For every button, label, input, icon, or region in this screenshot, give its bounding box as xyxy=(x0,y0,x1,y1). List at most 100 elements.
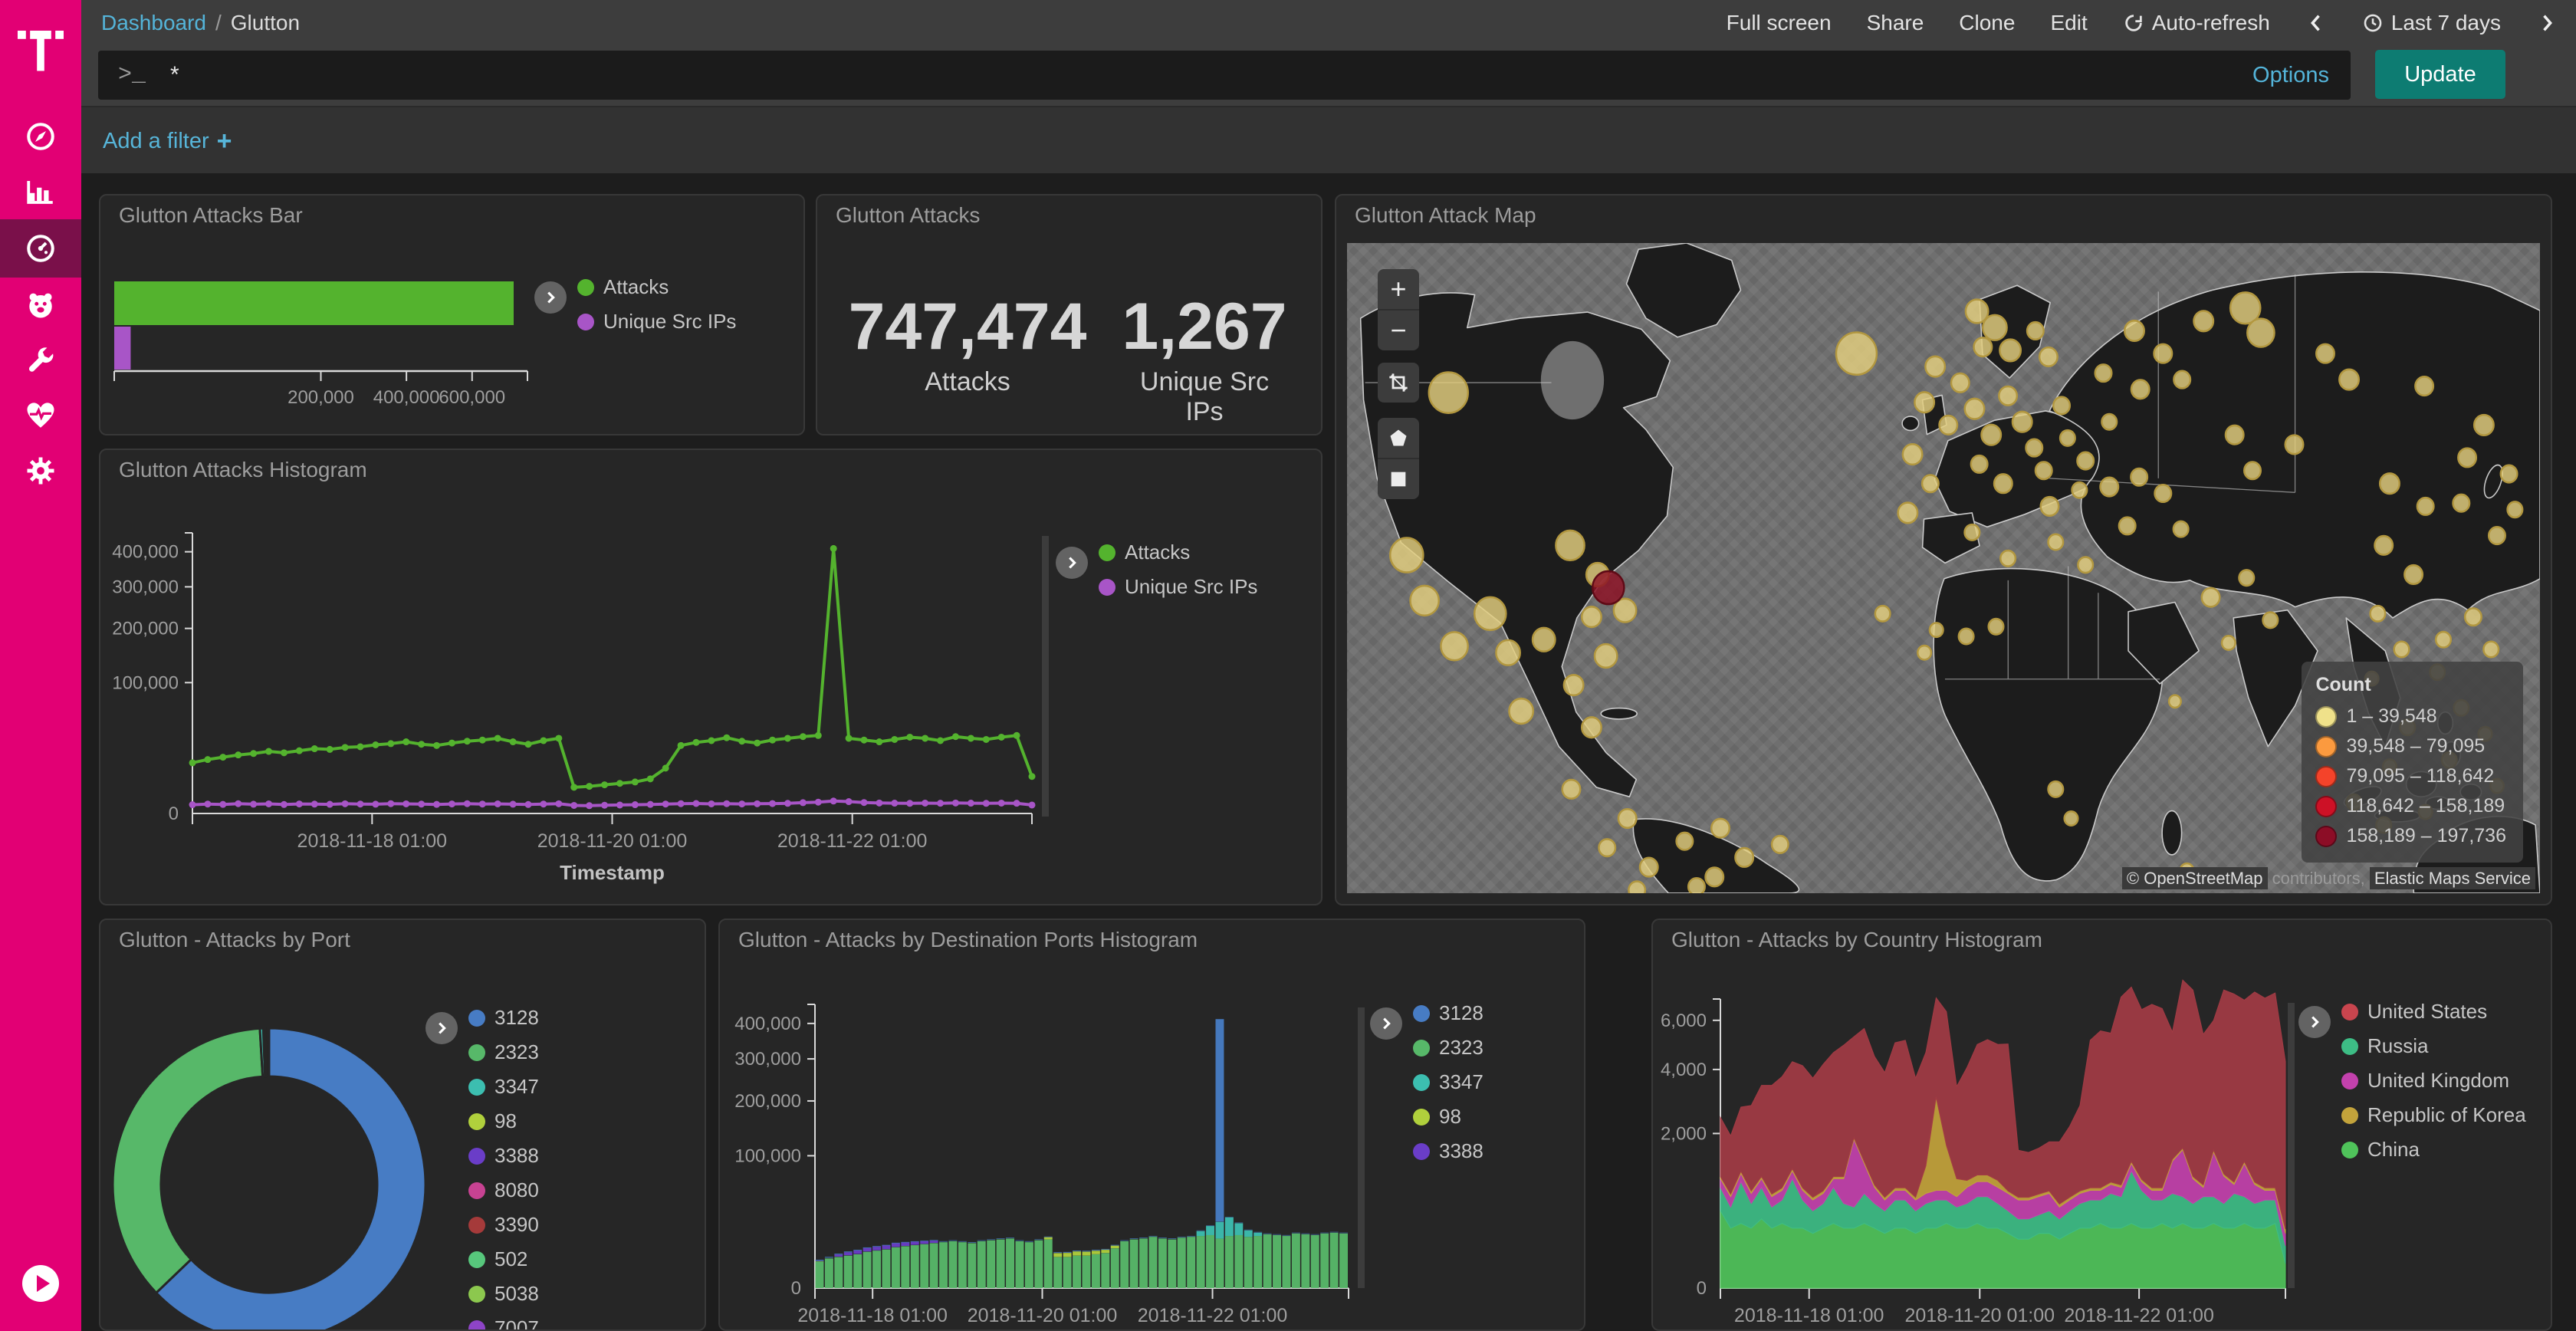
legend-scrollbar[interactable] xyxy=(1042,536,1049,817)
svg-text:300,000: 300,000 xyxy=(734,1049,801,1070)
map-fit-control xyxy=(1378,363,1419,403)
legend-item[interactable]: 3347 xyxy=(468,1075,539,1099)
map-zoom-in-button[interactable]: + xyxy=(1378,269,1419,309)
breadcrumb: Dashboard / Glutton xyxy=(101,11,300,35)
legend-color-dot xyxy=(2341,1038,2358,1055)
legend-item[interactable]: 5038 xyxy=(468,1282,539,1306)
sidebar-item-monitoring[interactable] xyxy=(0,388,81,443)
attacks-histogram-legend: Attacks Unique Src IPs xyxy=(1099,541,1257,610)
time-back-button[interactable] xyxy=(2305,12,2327,34)
panel-attacks-by-country: Glutton - Attacks by Country Histogram 2… xyxy=(1651,919,2552,1331)
legend-expand-button[interactable] xyxy=(2298,1006,2331,1038)
map-fit-bounds-button[interactable] xyxy=(1378,363,1419,403)
legend-expand-button[interactable] xyxy=(1370,1007,1402,1040)
legend-item[interactable]: United Kingdom xyxy=(2341,1069,2526,1093)
search-query-input[interactable] xyxy=(169,61,2252,89)
query-bar: >_ Options Update xyxy=(81,46,2576,106)
legend-color-dot xyxy=(468,1320,485,1331)
update-button[interactable]: Update xyxy=(2375,50,2505,99)
legend-item[interactable]: 502 xyxy=(468,1247,539,1271)
time-range-button[interactable]: Last 7 days xyxy=(2362,11,2501,35)
map-draw-rectangle-button[interactable] xyxy=(1378,458,1419,499)
legend-item[interactable]: United States xyxy=(2341,1000,2526,1024)
legend-scrollbar[interactable] xyxy=(2288,1003,2295,1288)
bar-chart-icon xyxy=(25,176,57,208)
legend-label: United States xyxy=(2367,1000,2487,1024)
share-button[interactable]: Share xyxy=(1867,11,1924,35)
sidebar-collapse-button[interactable] xyxy=(22,1265,59,1302)
metric-value: 747,474 xyxy=(849,294,1087,360)
clone-button[interactable]: Clone xyxy=(1959,11,2015,35)
edit-button[interactable]: Edit xyxy=(2050,11,2087,35)
legend-item[interactable]: 3388 xyxy=(468,1144,539,1168)
map-draw-polygon-button[interactable] xyxy=(1378,418,1419,458)
sidebar-item-management[interactable] xyxy=(0,443,81,498)
legend-item[interactable]: 98 xyxy=(1413,1105,1484,1129)
osm-attribution[interactable]: © OpenStreetMap xyxy=(2122,867,2268,889)
legend-item[interactable]: 2323 xyxy=(468,1040,539,1064)
legend-item[interactable]: Unique Src IPs xyxy=(1099,575,1257,599)
fullscreen-button[interactable]: Full screen xyxy=(1727,11,1832,35)
metric-label: Attacks xyxy=(849,367,1087,397)
attacks-histogram-chart[interactable]: 100,000200,000300,000400,00002018-11-18 … xyxy=(100,450,1321,904)
breadcrumb-dashboard-link[interactable]: Dashboard xyxy=(101,11,206,35)
legend-color-dot xyxy=(577,279,594,296)
sidebar-item-visualize[interactable] xyxy=(0,164,81,219)
legend-item[interactable]: Russia xyxy=(2341,1034,2526,1058)
legend-item[interactable]: Attacks xyxy=(577,275,736,299)
legend-color-dot xyxy=(2341,1004,2358,1020)
legend-item[interactable]: 8080 xyxy=(468,1178,539,1202)
legend-color-dot xyxy=(1413,1005,1430,1022)
sidebar-item-honeypot[interactable] xyxy=(0,278,81,333)
svg-text:2018-11-22 01:00: 2018-11-22 01:00 xyxy=(777,830,928,852)
panel-glutton-attacks-metric: Glutton Attacks 747,474 Attacks 1,267 Un… xyxy=(816,194,1322,435)
legend-item[interactable]: 2323 xyxy=(1413,1036,1484,1060)
legend-item[interactable]: China xyxy=(2341,1138,2526,1162)
ems-attribution[interactable]: Elastic Maps Service xyxy=(2370,867,2535,889)
panel-glutton-attacks-bar: Glutton Attacks Bar 200,000400,000600,00… xyxy=(99,194,805,435)
navbar-actions: Full screen Share Clone Edit Auto-refres… xyxy=(1727,11,2558,35)
sidebar-item-discover[interactable] xyxy=(0,109,81,164)
time-forward-button[interactable] xyxy=(2536,12,2558,34)
legend-label: 3388 xyxy=(495,1144,539,1168)
chevron-left-icon xyxy=(2305,12,2327,34)
chevron-right-icon xyxy=(2536,12,2558,34)
sidebar-item-dashboard[interactable] xyxy=(0,219,81,278)
kibana-dashboard: Dashboard / Glutton Full screen Share Cl… xyxy=(0,0,2576,1331)
add-filter-link[interactable]: Add a filter + xyxy=(103,127,232,156)
legend-expand-button[interactable] xyxy=(534,281,567,314)
legend-item[interactable]: 98 xyxy=(468,1109,539,1133)
legend-item[interactable]: Republic of Korea xyxy=(2341,1103,2526,1127)
breadcrumb-separator: / xyxy=(215,11,222,35)
legend-item[interactable]: Unique Src IPs xyxy=(577,310,736,334)
svg-text:100,000: 100,000 xyxy=(734,1145,801,1166)
legend-item[interactable]: Attacks xyxy=(1099,541,1257,564)
auto-refresh-button[interactable]: Auto-refresh xyxy=(2123,11,2270,35)
legend-color-dot xyxy=(577,314,594,330)
legend-label: 502 xyxy=(495,1247,527,1271)
legend-item[interactable]: 3390 xyxy=(468,1213,539,1237)
map-count-legend: Count 1 – 39,54839,548 – 79,09579,095 – … xyxy=(2302,662,2523,863)
world-map[interactable]: + − xyxy=(1347,243,2540,893)
compass-icon xyxy=(25,120,57,153)
legend-item[interactable]: 3347 xyxy=(1413,1070,1484,1094)
map-zoom-controls: + − xyxy=(1378,269,1419,350)
svg-text:400,000: 400,000 xyxy=(112,542,179,563)
sidebar-item-dev-tools[interactable] xyxy=(0,333,81,388)
attacks-by-port-donut[interactable] xyxy=(100,920,705,1329)
legend-expand-button[interactable] xyxy=(1056,547,1088,579)
telekom-logo[interactable] xyxy=(0,9,81,89)
legend-item[interactable]: 3388 xyxy=(1413,1139,1484,1163)
clock-icon xyxy=(2362,12,2384,34)
options-link[interactable]: Options xyxy=(2252,63,2329,88)
legend-scrollbar[interactable] xyxy=(1358,1007,1365,1288)
legend-expand-button[interactable] xyxy=(426,1012,458,1044)
legend-item[interactable]: 3128 xyxy=(468,1006,539,1030)
legend-item[interactable]: 7007 xyxy=(468,1316,539,1331)
map-legend-item: 39,548 – 79,095 xyxy=(2315,735,2506,758)
map-zoom-out-button[interactable]: − xyxy=(1378,309,1419,350)
svg-text:Timestamp: Timestamp xyxy=(560,861,665,884)
legend-item[interactable]: 3128 xyxy=(1413,1001,1484,1025)
panel-glutton-attack-map: Glutton Attack Map xyxy=(1335,194,2552,905)
legend-color-dot xyxy=(468,1010,485,1027)
